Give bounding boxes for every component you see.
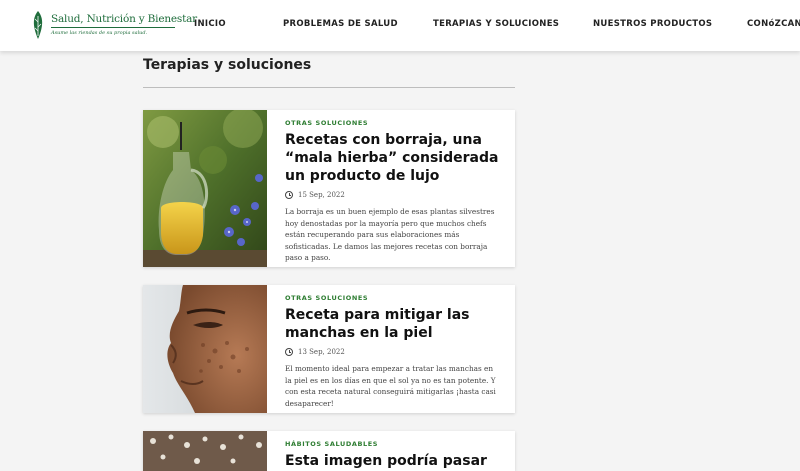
- article-title[interactable]: Receta para mitigar las manchas en la pi…: [285, 306, 500, 342]
- article-card[interactable]: HÁBITOS SALUDABLES Esta imagen podría pa…: [143, 431, 515, 471]
- article-date: 15 Sep, 2022: [285, 191, 500, 199]
- article-title[interactable]: Recetas con borraja, una “mala hierba” c…: [285, 131, 500, 185]
- site-header: Salud, Nutrición y Bienestar Asume las r…: [0, 0, 800, 51]
- article-date-text: 15 Sep, 2022: [298, 191, 345, 199]
- brand-name: Salud, Nutrición y Bienestar: [51, 13, 197, 25]
- nav-item-nuestros-productos[interactable]: NUESTROS PRODUCTOS: [593, 19, 712, 29]
- article-category[interactable]: HÁBITOS SALUDABLES: [285, 440, 500, 448]
- article-category[interactable]: OTRAS SOLUCIONES: [285, 294, 500, 302]
- brand-tagline: Asume las riendas de su propia salud.: [51, 30, 148, 36]
- article-title[interactable]: Esta imagen podría pasar a la: [285, 452, 500, 471]
- article-card[interactable]: OTRAS SOLUCIONES Receta para mitigar las…: [143, 285, 515, 413]
- article-excerpt: La borraja es un buen ejemplo de esas pl…: [285, 207, 495, 262]
- article-category[interactable]: OTRAS SOLUCIONES: [285, 119, 500, 127]
- article-date: 13 Sep, 2022: [285, 348, 500, 356]
- article-date-text: 13 Sep, 2022: [298, 348, 345, 356]
- leaf-logo-icon: [33, 11, 43, 39]
- nav-item-terapias-y-soluciones[interactable]: TERAPIAS Y SOLUCIONES: [433, 19, 559, 29]
- article-thumbnail[interactable]: [143, 110, 267, 267]
- page-title: Terapias y soluciones: [143, 57, 312, 73]
- nav-item-inicio[interactable]: INICIO: [194, 19, 226, 29]
- article-excerpt: El momento ideal para empezar a tratar l…: [285, 364, 496, 408]
- article-thumbnail[interactable]: [143, 285, 267, 413]
- logo-divider: [51, 27, 175, 28]
- clock-icon: [285, 348, 293, 356]
- clock-icon: [285, 191, 293, 199]
- nav-item-conozcanos[interactable]: CONóZCANO: [747, 19, 800, 29]
- nav-item-problemas-de-salud[interactable]: PROBLEMAS DE SALUD: [283, 19, 398, 29]
- article-thumbnail[interactable]: [143, 431, 267, 471]
- title-divider: [143, 87, 515, 88]
- site-logo[interactable]: Salud, Nutrición y Bienestar Asume las r…: [30, 10, 197, 42]
- article-card[interactable]: OTRAS SOLUCIONES Recetas con borraja, un…: [143, 110, 515, 267]
